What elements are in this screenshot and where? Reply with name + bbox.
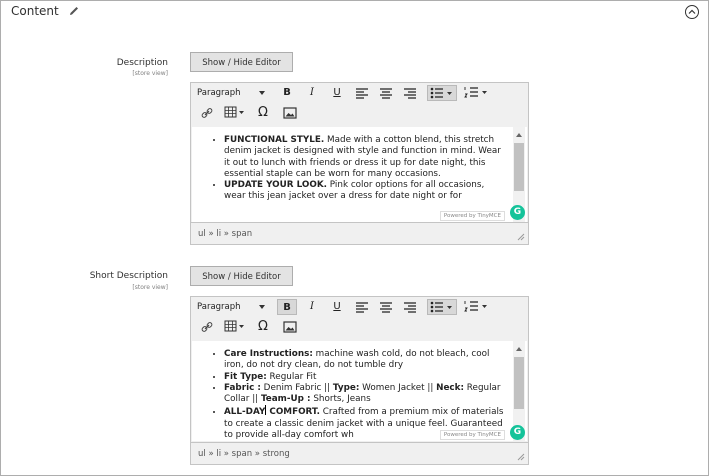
section-header[interactable]: Content: [1, 1, 708, 23]
plain-text: Shorts, Jeans: [310, 394, 371, 405]
description-list: FUNCTIONAL STYLE. Made with a cotton ble…: [192, 127, 527, 203]
show-hide-editor-button-short[interactable]: Show / Hide Editor: [190, 266, 293, 286]
italic-button[interactable]: I: [304, 85, 320, 101]
powered-by-tinymce[interactable]: Powered by TinyMCE: [439, 211, 505, 221]
short-description-label: Short Description: [89, 271, 168, 281]
bold-text: Fit Type:: [224, 371, 267, 382]
bold-text: Care Instructions:: [224, 349, 313, 359]
bold-button[interactable]: B: [279, 85, 295, 101]
section-title: Content: [11, 4, 59, 18]
underline-button[interactable]: U: [329, 299, 345, 315]
scroll-up-arrow[interactable]: [516, 133, 522, 137]
short-description-editor: Paragraph B I U Ω Care Instructions: m: [190, 296, 529, 465]
format-select-label: Paragraph: [197, 302, 241, 312]
grammarly-icon[interactable]: G: [510, 205, 525, 220]
bold-text: Neck:: [436, 382, 465, 393]
scroll-thumb[interactable]: [514, 357, 524, 409]
bold-button[interactable]: B: [277, 299, 297, 315]
align-right-icon[interactable]: [403, 85, 417, 101]
align-right-icon[interactable]: [403, 299, 417, 315]
table-icon: [224, 106, 244, 118]
element-path[interactable]: ul » li » span » strong: [198, 449, 290, 459]
element-path[interactable]: ul » li » span: [198, 229, 252, 239]
bold-text: Team-Up :: [260, 394, 311, 405]
scroll-up-arrow[interactable]: [516, 347, 522, 351]
pencil-icon[interactable]: [68, 5, 80, 17]
image-icon[interactable]: [283, 319, 297, 335]
format-select-label: Paragraph: [197, 88, 241, 98]
omega-icon[interactable]: Ω: [255, 319, 271, 335]
short-description-content[interactable]: Care Instructions: machine wash cold, do…: [192, 341, 527, 441]
bold-text: Type:: [332, 382, 360, 393]
bullet-list-icon: [430, 301, 452, 313]
omega-icon[interactable]: Ω: [255, 105, 271, 121]
editor-toolbar-row-1: Paragraph B I U: [191, 83, 528, 103]
bold-text: ALL-DAY: [224, 407, 266, 418]
align-left-icon[interactable]: [355, 85, 369, 101]
description-content[interactable]: FUNCTIONAL STYLE. Made with a cotton ble…: [192, 127, 527, 222]
numbered-list-button[interactable]: [463, 85, 491, 101]
table-icon: [224, 320, 244, 332]
bullet-list-button[interactable]: [427, 299, 457, 315]
underline-button[interactable]: U: [329, 85, 345, 101]
list-item: Care Instructions: machine wash cold, do…: [224, 349, 507, 372]
bold-text: Fabric :: [224, 382, 261, 393]
table-button[interactable]: [224, 105, 246, 121]
plain-text: Regular Fit: [266, 371, 317, 382]
align-center-icon[interactable]: [379, 85, 393, 101]
plain-text: Denim Fabric ||: [260, 382, 333, 393]
description-element-path: ul » li » span: [191, 222, 528, 244]
table-button[interactable]: [224, 319, 246, 335]
format-select[interactable]: Paragraph: [197, 299, 269, 315]
content-section: Content Description [store view] Show / …: [0, 0, 709, 476]
scroll-thumb[interactable]: [514, 143, 524, 191]
list-item: Fabric : Denim Fabric || Type: Women Jac…: [224, 383, 507, 406]
list-item: Fit Type: Regular Fit: [224, 372, 507, 383]
description-label: Description: [116, 58, 168, 68]
editor-toolbar-row-2: Ω: [191, 103, 528, 123]
list-item: UPDATE YOUR LOOK. Pink color options for…: [224, 180, 507, 203]
bullet-list-icon: [430, 87, 452, 99]
numbered-list-icon: [464, 87, 487, 98]
editor-toolbar-row-2: Ω: [191, 317, 528, 337]
bold-text: COMFORT.: [266, 407, 320, 418]
align-left-icon[interactable]: [355, 299, 369, 315]
list-item: FUNCTIONAL STYLE. Made with a cotton ble…: [224, 135, 507, 180]
description-scope: [store view]: [132, 70, 168, 77]
italic-button[interactable]: I: [304, 299, 320, 315]
short-description-element-path: ul » li » span » strong: [191, 442, 528, 464]
short-description-scope: [store view]: [132, 284, 168, 291]
format-select[interactable]: Paragraph: [197, 85, 269, 101]
show-hide-editor-button[interactable]: Show / Hide Editor: [190, 52, 293, 72]
align-center-icon[interactable]: [379, 299, 393, 315]
resize-handle-icon[interactable]: [517, 233, 525, 241]
plain-text: Women Jacket ||: [359, 382, 437, 393]
link-icon[interactable]: [200, 319, 214, 335]
powered-by-tinymce[interactable]: Powered by TinyMCE: [439, 430, 505, 440]
bullet-list-button[interactable]: [427, 85, 457, 101]
description-editor: Paragraph B I U Ω FUNCTIONAL: [190, 82, 529, 245]
short-description-list: Care Instructions: machine wash cold, do…: [192, 341, 527, 441]
image-icon[interactable]: [283, 105, 297, 121]
numbered-list-icon: [464, 301, 487, 312]
grammarly-icon[interactable]: G: [510, 425, 525, 440]
link-icon[interactable]: [200, 105, 214, 121]
editor-toolbar-row-1: Paragraph B I U: [191, 297, 528, 317]
chevron-up-circle-icon[interactable]: [685, 5, 699, 19]
resize-handle-icon[interactable]: [517, 453, 525, 461]
numbered-list-button[interactable]: [463, 299, 491, 315]
